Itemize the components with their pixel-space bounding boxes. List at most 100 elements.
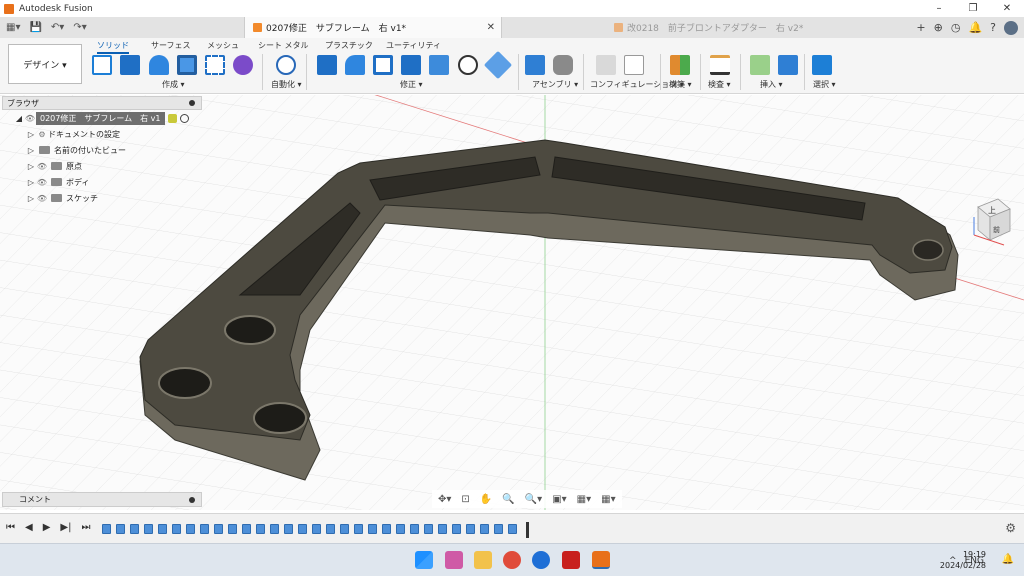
timeline-feature[interactable] <box>396 524 405 534</box>
timeline-first-icon[interactable]: ⏮ <box>6 522 15 533</box>
redo-icon[interactable]: ↷▾ <box>73 22 86 33</box>
tab-mesh[interactable]: メッシュ <box>207 40 239 51</box>
activate-component-icon[interactable] <box>167 113 177 123</box>
orbit-icon[interactable]: ✥▾ <box>438 494 451 505</box>
timeline-feature[interactable] <box>130 524 139 534</box>
timeline-feature[interactable] <box>480 524 489 534</box>
visibility-eye-icon[interactable]: 👁 <box>24 114 36 123</box>
viewports-icon[interactable]: ▦▾ <box>601 494 615 505</box>
insert-group-label[interactable]: 挿入 ▾ <box>760 79 783 90</box>
timeline-feature[interactable] <box>312 524 321 534</box>
fillet-icon[interactable] <box>345 55 365 75</box>
timeline-play-icon[interactable]: ▶ <box>43 522 51 533</box>
browser-header[interactable]: ブラウザ <box>2 96 202 110</box>
visibility-eye-icon[interactable]: 👁 <box>36 194 48 203</box>
look-at-icon[interactable]: ⊡ <box>461 494 469 505</box>
zoom-icon[interactable]: 🔍 <box>502 494 514 505</box>
fusion-taskbar-icon[interactable] <box>592 551 610 569</box>
modify-group-label[interactable]: 修正 ▾ <box>400 79 423 90</box>
select-icon[interactable] <box>812 55 832 75</box>
pan-icon[interactable]: ✋ <box>480 494 492 505</box>
widgets-icon[interactable] <box>445 551 463 569</box>
offset-plane-icon[interactable] <box>670 55 690 75</box>
tab-surface[interactable]: サーフェス <box>151 40 191 51</box>
construct-group-label[interactable]: 構築 ▾ <box>669 79 692 90</box>
timeline-feature[interactable] <box>186 524 195 534</box>
save-icon[interactable]: 💾 <box>29 22 41 33</box>
tab-solid[interactable]: ソリッド <box>97 40 129 54</box>
extensions-icon[interactable]: ⊕ <box>934 21 943 34</box>
timeline-feature[interactable] <box>158 524 167 534</box>
close-tab-icon[interactable]: ✕ <box>487 22 495 33</box>
browser-item-bodies[interactable]: ▷ 👁 ボディ <box>26 174 202 190</box>
zoom-window-icon[interactable]: 🔍▾ <box>525 494 542 505</box>
visibility-eye-icon[interactable]: 👁 <box>36 162 48 171</box>
comments-panel[interactable]: コメント <box>2 492 202 507</box>
align-icon[interactable] <box>483 50 513 80</box>
timeline-feature[interactable] <box>200 524 209 534</box>
timeline-feature[interactable] <box>466 524 475 534</box>
timeline-feature[interactable] <box>382 524 391 534</box>
avatar[interactable] <box>1004 20 1018 35</box>
automate-icon[interactable] <box>276 55 296 75</box>
tab-plastic[interactable]: プラスチック <box>325 40 373 51</box>
workspace-switcher-button[interactable]: デザイン ▾ <box>8 44 82 84</box>
revolve-icon[interactable] <box>149 55 169 75</box>
timeline-feature[interactable] <box>424 524 433 534</box>
browser-item-origin[interactable]: ▷ 👁 原点 <box>26 158 202 174</box>
job-status-icon[interactable]: ◷ <box>951 21 961 34</box>
new-component-icon[interactable] <box>525 55 545 75</box>
timeline-feature[interactable] <box>452 524 461 534</box>
browser-item-document-settings[interactable]: ▷ ⚙ ドキュメントの設定 <box>26 126 202 142</box>
offset-face-icon[interactable] <box>429 55 449 75</box>
timeline-feature[interactable] <box>116 524 125 534</box>
press-pull-icon[interactable] <box>317 55 337 75</box>
timeline-feature[interactable] <box>242 524 251 534</box>
timeline-feature[interactable] <box>228 524 237 534</box>
timeline-feature[interactable] <box>494 524 503 534</box>
measure-icon[interactable] <box>710 55 730 75</box>
browser-item-named-views[interactable]: ▷ 名前の付いたビュー <box>26 142 202 158</box>
timeline-feature[interactable] <box>284 524 293 534</box>
notification-bell-icon[interactable]: 🔔 <box>1002 554 1014 565</box>
expand-arrow-icon[interactable]: ▷ <box>26 146 36 155</box>
configuration-table-icon[interactable] <box>624 55 644 75</box>
pattern-icon[interactable] <box>205 55 225 75</box>
clock[interactable]: 19:19 2024/02/28 <box>940 549 986 571</box>
shell-icon[interactable] <box>373 55 393 75</box>
joint-icon[interactable] <box>553 55 573 75</box>
grid-settings-icon[interactable]: ▦▾ <box>577 494 591 505</box>
radio-active-icon[interactable] <box>179 113 189 123</box>
expand-arrow-icon[interactable]: ▷ <box>26 178 36 187</box>
start-icon[interactable] <box>415 551 433 569</box>
timeline-feature[interactable] <box>354 524 363 534</box>
create-sketch-icon[interactable] <box>92 55 112 75</box>
inspect-group-label[interactable]: 検査 ▾ <box>708 79 731 90</box>
timeline-marker[interactable] <box>526 522 529 538</box>
file-explorer-icon[interactable] <box>474 551 492 569</box>
browser-item-sketches[interactable]: ▷ 👁 スケッチ <box>26 190 202 206</box>
timeline-last-icon[interactable]: ⏭ <box>81 522 90 533</box>
panel-options-icon[interactable] <box>189 496 195 503</box>
timeline-feature[interactable] <box>256 524 265 534</box>
timeline-feature[interactable] <box>102 524 111 534</box>
select-group-label[interactable]: 選択 ▾ <box>813 79 836 90</box>
assemble-group-label[interactable]: アセンブリ ▾ <box>532 79 578 90</box>
collapse-arrow-icon[interactable]: ◢ <box>14 114 24 123</box>
acrobat-icon[interactable] <box>562 551 580 569</box>
configure-icon[interactable] <box>596 55 616 75</box>
timeline-feature[interactable] <box>326 524 335 534</box>
insert-image-icon[interactable] <box>778 55 798 75</box>
timeline-feature[interactable] <box>270 524 279 534</box>
panel-options-icon[interactable] <box>189 100 195 106</box>
expand-arrow-icon[interactable]: ▷ <box>26 162 36 171</box>
form-icon[interactable] <box>233 55 253 75</box>
undo-icon[interactable]: ↶▾ <box>51 22 64 33</box>
extrude-icon[interactable] <box>120 55 140 75</box>
move-icon[interactable] <box>458 55 478 75</box>
expand-arrow-icon[interactable]: ▷ <box>26 130 36 139</box>
tab-document-active[interactable]: 0207修正 サブフレーム 右 v1* ✕ <box>244 17 502 38</box>
timeline-feature[interactable] <box>172 524 181 534</box>
chrome-icon[interactable] <box>503 551 521 569</box>
file-menu-icon[interactable]: ▦▾ <box>6 22 20 33</box>
